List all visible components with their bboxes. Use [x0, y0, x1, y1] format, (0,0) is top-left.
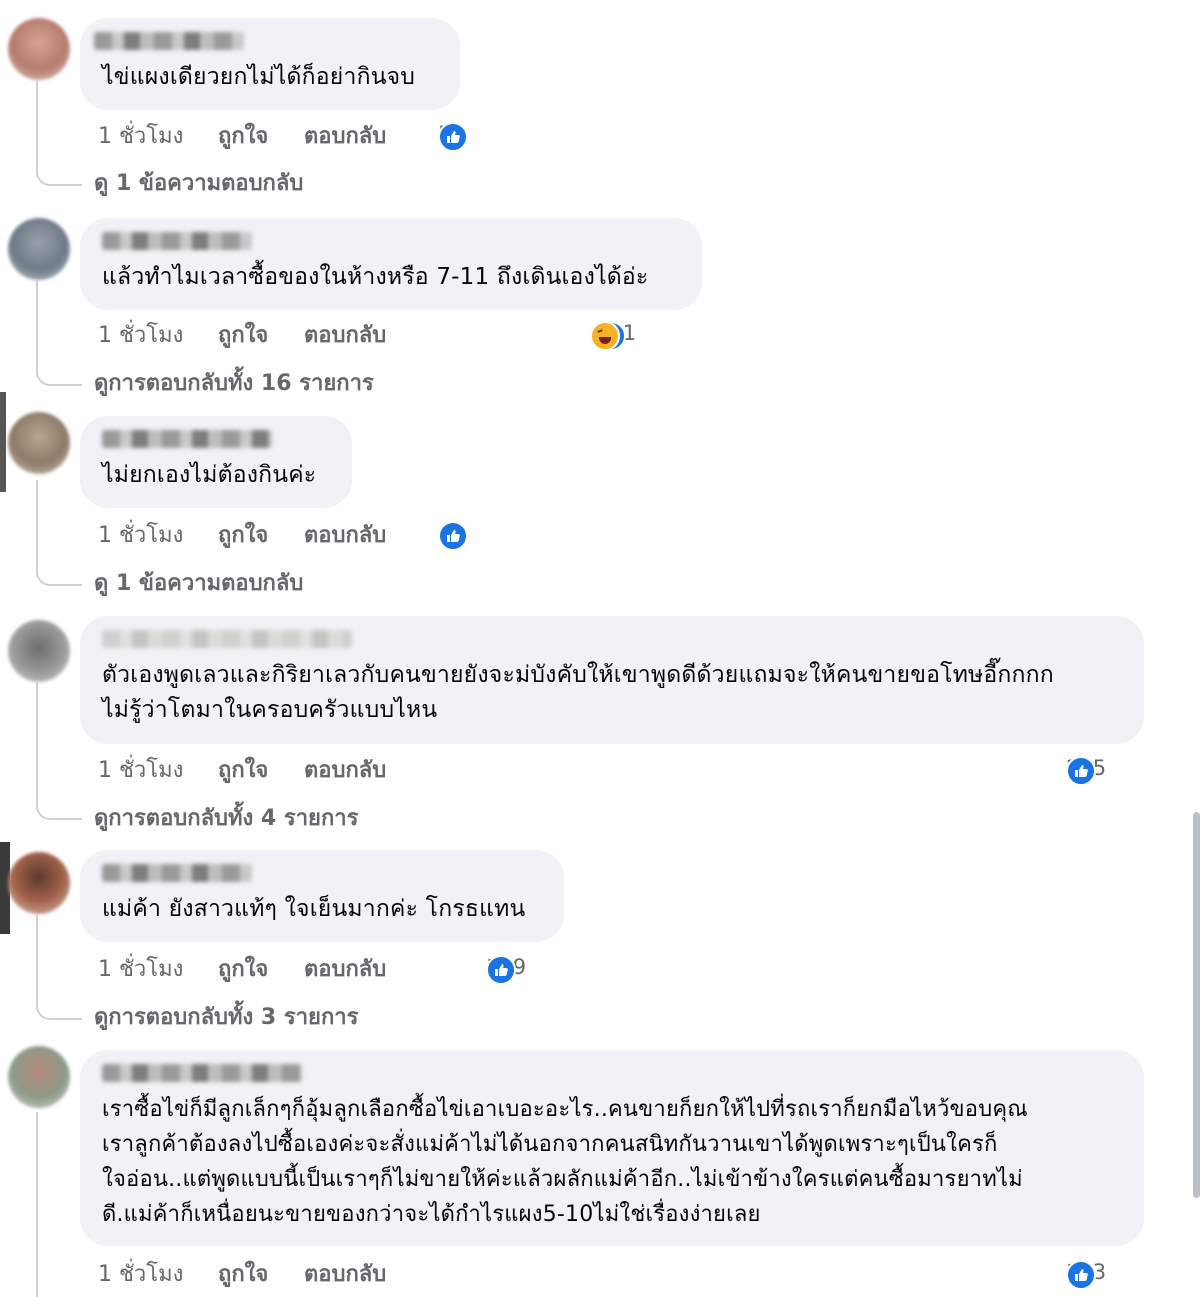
timestamp[interactable]: 1 ชั่วโมง: [98, 118, 183, 153]
comment-bubble: ไข่แผงเดียวยกไม่ได้ก็อย่ากินจบ: [80, 18, 460, 110]
comment-text-line: เราลูกค้าต้องลงไปซื้อเองค่ะจะสั่งแม่ค้าไ…: [102, 1132, 998, 1157]
haha-icon: [590, 321, 620, 351]
comment-actions: 1 ชั่วโมง ถูกใจ ตอบกลับ 41: [98, 511, 518, 551]
timestamp[interactable]: 1 ชั่วโมง: [98, 752, 183, 787]
like-icon: [438, 521, 468, 551]
like-icon: [1066, 756, 1096, 786]
reply-button[interactable]: ตอบกลับ: [304, 317, 386, 352]
avatar[interactable]: [8, 852, 70, 914]
reply-button[interactable]: ตอบกลับ: [304, 517, 386, 552]
comment-bubble: ตัวเองพูดเลวและกิริยาเลวกับคนขายยังจะม่บ…: [80, 616, 1144, 744]
author-name-blurred[interactable]: [102, 232, 252, 250]
view-replies-link[interactable]: ดู 1 ข้อความตอบกลับ: [94, 165, 303, 200]
scrollbar[interactable]: [1193, 812, 1200, 1198]
comment-text: แล้วทำไมเวลาซื้อของในห้างหรือ 7-11 ถึงเด…: [102, 264, 649, 290]
thread-line: [36, 280, 82, 386]
comment-actions: 1 ชั่วโมง ถูกใจ ตอบกลับ 55: [98, 112, 518, 152]
avatar[interactable]: [8, 1046, 70, 1108]
reply-button[interactable]: ตอบกลับ: [304, 951, 386, 986]
comment-actions: 1 ชั่วโมง ถูกใจ ตอบกลับ 119: [98, 945, 578, 985]
view-replies-link[interactable]: ดู 1 ข้อความตอบกลับ: [94, 565, 303, 600]
like-icon: [1066, 1260, 1096, 1290]
author-name-blurred[interactable]: [102, 430, 272, 448]
thread-line: [36, 80, 82, 186]
reply-button[interactable]: ตอบกลับ: [304, 752, 386, 787]
comment-text-line: ใจอ่อน..แต่พูดแบบนี้เป็นเราๆก็ไม่ขายให้ค…: [102, 1167, 1023, 1192]
reply-button[interactable]: ตอบกลับ: [304, 1256, 386, 1291]
author-name-blurred[interactable]: [102, 864, 252, 882]
comment-text: แม่ค้า ยังสาวแท้ๆ ใจเย็นมากค่ะ โกรธแทน: [102, 896, 526, 922]
comment-actions: 1 ชั่วโมง ถูกใจ ตอบกลับ 245: [98, 746, 1158, 786]
author-name-blurred[interactable]: [102, 1064, 302, 1082]
like-button[interactable]: ถูกใจ: [218, 317, 268, 352]
comment-bubble: เราซื้อไข่ก็มีลูกเล็กๆก็อุ้มลูกเลือกซื้อ…: [80, 1050, 1144, 1246]
avatar[interactable]: [8, 18, 70, 80]
left-edge-mark: [0, 392, 6, 492]
comment-bubble: แล้วทำไมเวลาซื้อของในห้างหรือ 7-11 ถึงเด…: [80, 218, 702, 310]
comment-text-line: ตัวเองพูดเลวและกิริยาเลวกับคนขายยังจะม่บ…: [102, 662, 1054, 688]
avatar[interactable]: [8, 218, 70, 280]
comment-actions: 1 ชั่วโมง ถูกใจ ตอบกลับ 721: [98, 311, 718, 351]
thread-line: [36, 1112, 82, 1297]
timestamp[interactable]: 1 ชั่วโมง: [98, 1256, 183, 1291]
thread-line: [36, 914, 82, 1020]
view-replies-link[interactable]: ดูการตอบกลับทั้ง 4 รายการ: [94, 800, 358, 835]
thread-line: [36, 480, 82, 586]
avatar[interactable]: [8, 620, 70, 682]
comment-text: ไม่ยกเองไม่ต้องกินค่ะ: [102, 462, 317, 488]
view-replies-link[interactable]: ดูการตอบกลับทั้ง 16 รายการ: [94, 365, 374, 400]
comment-bubble: แม่ค้า ยังสาวแท้ๆ ใจเย็นมากค่ะ โกรธแทน: [80, 850, 564, 942]
like-button[interactable]: ถูกใจ: [218, 118, 268, 153]
author-name-blurred[interactable]: [102, 630, 352, 648]
timestamp[interactable]: 1 ชั่วโมง: [98, 317, 183, 352]
view-replies-link[interactable]: ดูการตอบกลับทั้ง 3 รายการ: [94, 999, 358, 1034]
comment-bubble: ไม่ยกเองไม่ต้องกินค่ะ: [80, 416, 352, 508]
timestamp[interactable]: 1 ชั่วโมง: [98, 517, 183, 552]
comment-text-line: ดี.แม่ค้าก็เหนื่อยนะขายของกว่าจะได้กำไรแ…: [102, 1202, 761, 1227]
comment-text-line: ไม่รู้ว่าโตมาในครอบครัวแบบไหน: [102, 697, 438, 723]
like-button[interactable]: ถูกใจ: [218, 1256, 268, 1291]
comment-text-line: เราซื้อไข่ก็มีลูกเล็กๆก็อุ้มลูกเลือกซื้อ…: [102, 1097, 1028, 1122]
reply-button[interactable]: ตอบกลับ: [304, 118, 386, 153]
like-button[interactable]: ถูกใจ: [218, 752, 268, 787]
like-button[interactable]: ถูกใจ: [218, 951, 268, 986]
thread-line: [36, 682, 82, 820]
avatar[interactable]: [8, 412, 70, 474]
timestamp[interactable]: 1 ชั่วโมง: [98, 951, 183, 986]
like-button[interactable]: ถูกใจ: [218, 517, 268, 552]
author-name-blurred[interactable]: [94, 32, 244, 50]
like-icon: [486, 955, 516, 985]
comment-actions: 1 ชั่วโมง ถูกใจ ตอบกลับ 133: [98, 1250, 1158, 1290]
like-icon: [438, 122, 468, 152]
comment-text: ไข่แผงเดียวยกไม่ได้ก็อย่ากินจบ: [102, 64, 416, 90]
